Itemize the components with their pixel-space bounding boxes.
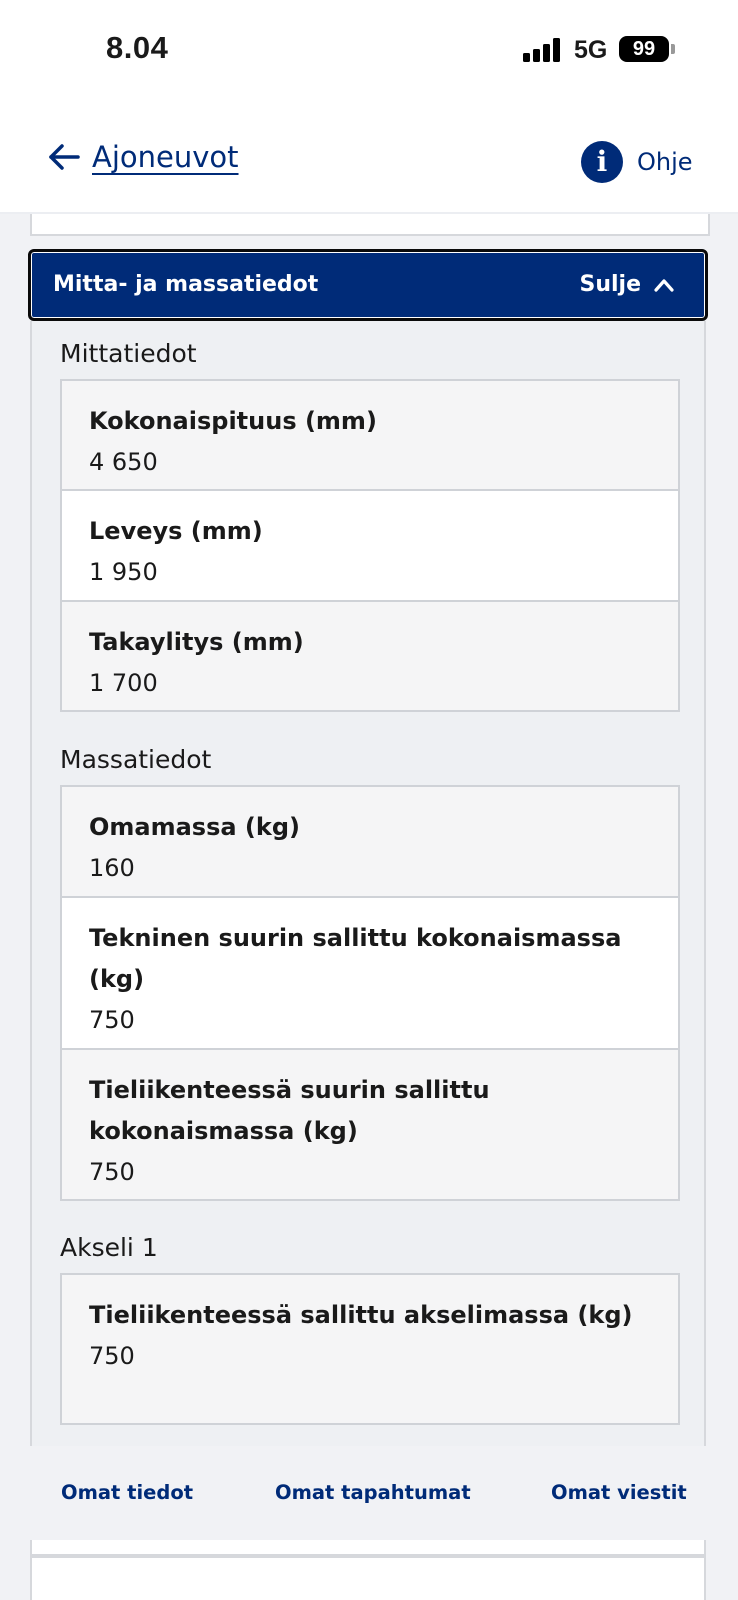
- cellular-signal-icon: [523, 38, 563, 62]
- back-link-label: Ajoneuvot: [92, 140, 239, 174]
- field-value: 750: [89, 1158, 135, 1186]
- field-group-axle-1: Tieliikenteessä sallittu akselimassa (kg…: [60, 1273, 680, 1425]
- previous-card: [30, 214, 710, 236]
- section-title-axle-1: Akseli 1: [60, 1233, 158, 1262]
- top-nav: Ajoneuvot i Ohje: [0, 100, 738, 214]
- next-card[interactable]: [30, 1556, 706, 1600]
- field-value: 160: [89, 854, 135, 882]
- help-link-label: Ohje: [637, 148, 693, 176]
- tab-omat-tiedot[interactable]: Omat tiedot: [61, 1481, 193, 1504]
- accordion-close-toggle[interactable]: Sulje: [579, 272, 675, 297]
- accordion-header-dimensions-masses[interactable]: Mitta- ja massatiedot Sulje: [28, 249, 708, 321]
- field-group-dimensions: Kokonaispituus (mm) 4 650 Leveys (mm) 1 …: [60, 379, 680, 712]
- field-row: Takaylitys (mm) 1 700: [62, 602, 678, 710]
- field-value: 1 950: [89, 558, 158, 586]
- field-label: Tieliikenteessä sallittu akselimassa (kg…: [89, 1301, 633, 1329]
- field-row: Tekninen suurin sallittu kokonaismassa (…: [62, 898, 678, 1050]
- info-icon: i: [581, 141, 623, 183]
- field-row: Tieliikenteessä sallittu akselimassa (kg…: [62, 1275, 678, 1423]
- accordion-toggle-label: Sulje: [579, 272, 641, 297]
- tab-omat-viestit[interactable]: Omat viestit: [551, 1481, 687, 1504]
- bottom-tab-bar: Omat tiedot Omat tapahtumat Omat viestit: [0, 1446, 738, 1540]
- battery-tip: [671, 44, 675, 54]
- accordion-body-bottom: [30, 1540, 706, 1556]
- app-screen: 8.04 5G 99 Ajoneuvot i Ohje Mitta- ja ma…: [0, 0, 738, 1600]
- section-title-dimensions: Mittatiedot: [60, 339, 197, 368]
- content-below-tabs: [0, 1540, 738, 1600]
- field-label: Tekninen suurin sallittu kokonaismassa (…: [89, 924, 622, 993]
- field-label: Tieliikenteessä suurin sallittu kokonais…: [89, 1076, 490, 1145]
- field-value: 4 650: [89, 448, 158, 476]
- content-area[interactable]: Mitta- ja massatiedot Sulje Mittatiedot …: [0, 214, 738, 1600]
- tab-omat-tapahtumat[interactable]: Omat tapahtumat: [275, 1481, 471, 1504]
- field-label: Leveys (mm): [89, 517, 263, 545]
- section-title-masses: Massatiedot: [60, 745, 212, 774]
- back-link[interactable]: Ajoneuvot: [48, 140, 239, 174]
- arrow-left-icon: [49, 144, 80, 170]
- chevron-up-icon: [654, 278, 674, 292]
- field-label: Takaylitys (mm): [89, 628, 304, 656]
- field-group-masses: Omamassa (kg) 160 Tekninen suurin sallit…: [60, 785, 680, 1201]
- field-value: 750: [89, 1006, 135, 1034]
- network-type: 5G: [574, 36, 608, 64]
- field-row: Leveys (mm) 1 950: [62, 491, 678, 602]
- field-row: Kokonaispituus (mm) 4 650: [62, 381, 678, 491]
- field-label: Kokonaispituus (mm): [89, 407, 377, 435]
- status-bar: 8.04 5G 99: [0, 0, 738, 100]
- status-time: 8.04: [106, 30, 169, 65]
- accordion-body: Mittatiedot Kokonaispituus (mm) 4 650 Le…: [30, 321, 706, 1600]
- field-value: 750: [89, 1342, 135, 1370]
- battery-icon: 99: [619, 36, 669, 62]
- field-row: Omamassa (kg) 160: [62, 787, 678, 898]
- help-link[interactable]: i Ohje: [581, 141, 693, 183]
- field-label: Omamassa (kg): [89, 813, 301, 841]
- field-value: 1 700: [89, 669, 158, 697]
- field-row: Tieliikenteessä suurin sallittu kokonais…: [62, 1050, 678, 1199]
- accordion-title: Mitta- ja massatiedot: [53, 272, 319, 297]
